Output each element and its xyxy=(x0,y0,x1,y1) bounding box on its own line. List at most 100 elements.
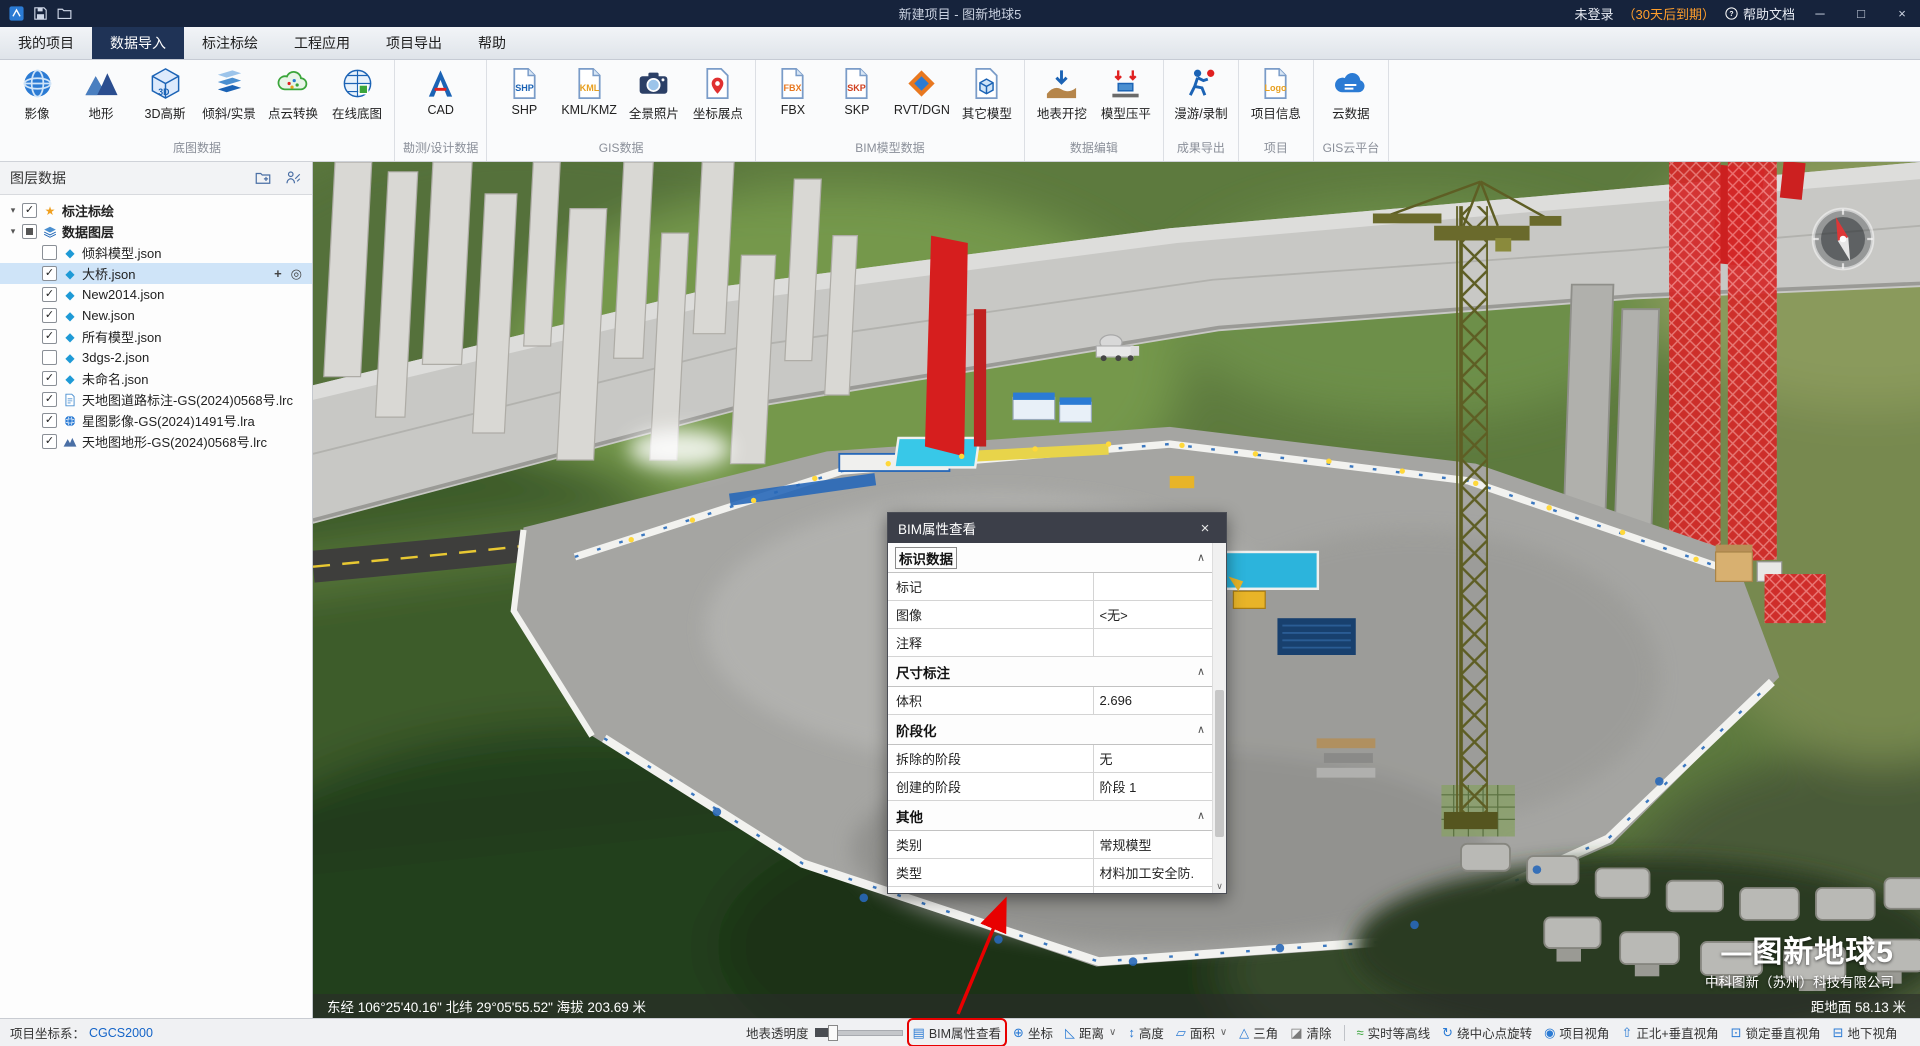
tab-annotate[interactable]: 标注标绘 xyxy=(184,27,276,59)
roam-button[interactable]: 漫游/录制 xyxy=(1170,65,1232,123)
oblique-button[interactable]: 倾斜/实景 xyxy=(198,65,260,123)
maximize-button[interactable]: □ xyxy=(1845,0,1877,27)
new-group-icon[interactable] xyxy=(254,169,272,187)
online-basemap-button[interactable]: 在线底图 xyxy=(326,65,388,123)
property-value[interactable] xyxy=(1094,629,1214,656)
tab-data-import[interactable]: 数据导入 xyxy=(92,27,184,59)
surface-opacity-slider[interactable] xyxy=(815,1025,903,1040)
globe-image-button[interactable]: 影像 xyxy=(6,65,68,123)
layer-checkbox[interactable]: ✓ xyxy=(42,287,57,302)
cloud-data-button[interactable]: 云数据 xyxy=(1320,65,1382,123)
project-view-button[interactable]: ◉项目视角 xyxy=(1542,1022,1611,1043)
layer-item-1[interactable]: ▾数据图层 xyxy=(0,221,312,242)
layer-item-9[interactable]: ✓天地图道路标注-GS(2024)0568号.lrc xyxy=(0,389,312,410)
layer-checkbox[interactable]: ✓ xyxy=(42,392,57,407)
pointcloud-button[interactable]: 点云转换 xyxy=(262,65,324,123)
tab-engineering[interactable]: 工程应用 xyxy=(276,27,368,59)
height-button[interactable]: ↕高度 xyxy=(1126,1022,1166,1043)
layer-item-5[interactable]: ✓◆New.json xyxy=(0,305,312,326)
skp-button[interactable]: SKPSKP xyxy=(826,65,888,118)
login-status[interactable]: 未登录 xyxy=(1575,4,1614,23)
layer-checkbox[interactable]: ✓ xyxy=(42,329,57,344)
minimize-button[interactable]: ─ xyxy=(1804,0,1836,27)
bim-section-header[interactable]: 阶段化∧ xyxy=(888,715,1213,745)
layer-checkbox[interactable]: ✓ xyxy=(42,434,57,449)
scroll-down-icon[interactable]: ∨ xyxy=(1213,881,1226,892)
bim-panel-header[interactable]: BIM属性查看 × xyxy=(888,513,1226,543)
chevron-down-icon[interactable]: ∨ xyxy=(1220,1027,1227,1038)
property-value[interactable]: 材料加工安全防. xyxy=(1094,859,1214,886)
property-value[interactable]: 2.696 xyxy=(1094,687,1214,714)
close-icon[interactable]: × xyxy=(1194,520,1216,537)
flatten-button[interactable]: 模型压平 xyxy=(1095,65,1157,123)
help-doc-button[interactable]: ? 帮助文档 xyxy=(1724,4,1795,23)
layer-item-4[interactable]: ✓◆New2014.json xyxy=(0,284,312,305)
bim-section-header[interactable]: 其他∧ xyxy=(888,801,1213,831)
property-value[interactable]: 无 xyxy=(1094,745,1214,772)
realtime-contour-button[interactable]: ≈实时等高线 xyxy=(1355,1022,1433,1043)
rotate-around-center-button[interactable]: ↻绕中心点旋转 xyxy=(1440,1022,1534,1043)
layer-item-7[interactable]: ◆3dgs-2.json xyxy=(0,347,312,368)
tab-help[interactable]: 帮助 xyxy=(460,27,524,59)
area-button[interactable]: ▱面积∨ xyxy=(1174,1022,1229,1043)
layer-checkbox[interactable]: ✓ xyxy=(42,266,57,281)
bim-section-header[interactable]: 标识数据∧ xyxy=(888,543,1213,573)
collapse-icon[interactable]: ∧ xyxy=(1197,723,1205,736)
layer-checkbox[interactable]: ✓ xyxy=(42,371,57,386)
tab-project-export[interactable]: 项目导出 xyxy=(368,27,460,59)
coordinate-button[interactable]: ⊕坐标 xyxy=(1011,1022,1055,1043)
property-value[interactable]: <无> xyxy=(1094,601,1214,628)
layer-item-3[interactable]: ✓◆大桥.json+◎ xyxy=(0,263,312,284)
compass[interactable] xyxy=(1810,206,1876,272)
excavate-button[interactable]: 地表开挖 xyxy=(1031,65,1093,123)
distance-button[interactable]: ◺距离∨ xyxy=(1063,1022,1118,1043)
cad-button[interactable]: CAD xyxy=(410,65,472,118)
property-value[interactable]: 常规模型 xyxy=(1094,831,1214,858)
layer-item-0[interactable]: ▾✓★标注标绘 xyxy=(0,200,312,221)
gauss3d-button[interactable]: 3D3D高斯 xyxy=(134,65,196,123)
crs-value[interactable]: CGCS2000 xyxy=(89,1026,153,1040)
scrollbar-thumb[interactable] xyxy=(1215,690,1224,837)
bim-attribute-view-button[interactable]: ▤BIM属性查看 xyxy=(911,1022,1004,1043)
tab-my-projects[interactable]: 我的项目 xyxy=(0,27,92,59)
layer-item-2[interactable]: ◆倾斜模型.json xyxy=(0,242,312,263)
layer-checkbox[interactable] xyxy=(42,350,57,365)
layer-item-6[interactable]: ✓◆所有模型.json xyxy=(0,326,312,347)
save-icon[interactable] xyxy=(32,5,49,22)
layer-checkbox[interactable]: ✓ xyxy=(42,413,57,428)
bim-scrollbar[interactable]: ∨ xyxy=(1212,543,1226,893)
property-value[interactable]: 213973 xyxy=(1094,887,1214,893)
lock-vertical-view-button[interactable]: ⊡锁定垂直视角 xyxy=(1729,1022,1823,1043)
layer-checkbox[interactable]: ✓ xyxy=(42,308,57,323)
layer-checkbox[interactable]: ✓ xyxy=(22,203,37,218)
fbx-button[interactable]: FBXFBX xyxy=(762,65,824,118)
expander-icon[interactable]: ▾ xyxy=(6,226,20,237)
bim-section-header[interactable]: 尺寸标注∧ xyxy=(888,657,1213,687)
collapse-icon[interactable]: ∧ xyxy=(1197,809,1205,822)
panorama-button[interactable]: 全景照片 xyxy=(623,65,685,123)
move-icon[interactable]: + xyxy=(274,267,282,280)
coord-point-button[interactable]: 坐标展点 xyxy=(687,65,749,123)
shp-button[interactable]: SHPSHP xyxy=(493,65,555,118)
expander-icon[interactable]: ▾ xyxy=(6,205,20,216)
clear-button[interactable]: ◪清除 xyxy=(1288,1022,1333,1043)
other-model-button[interactable]: 其它模型 xyxy=(956,65,1018,123)
north-vertical-view-button[interactable]: ⇧正北+垂直视角 xyxy=(1619,1022,1720,1043)
property-value[interactable]: 阶段 1 xyxy=(1094,773,1214,800)
layer-item-10[interactable]: ✓星图影像-GS(2024)1491号.lra xyxy=(0,410,312,431)
layer-item-8[interactable]: ✓◆未命名.json xyxy=(0,368,312,389)
collapse-icon[interactable]: ∧ xyxy=(1197,665,1205,678)
close-button[interactable]: × xyxy=(1886,0,1918,27)
project-info-button[interactable]: Logo项目信息 xyxy=(1245,65,1307,123)
locate-target-icon[interactable]: ◎ xyxy=(291,267,302,280)
slider-handle[interactable] xyxy=(828,1025,838,1041)
layer-item-11[interactable]: ✓天地图地形-GS(2024)0568号.lrc xyxy=(0,431,312,452)
layer-checkbox[interactable] xyxy=(22,224,37,239)
layer-checkbox[interactable] xyxy=(42,245,57,260)
kml-button[interactable]: KMLKML/KMZ xyxy=(557,65,621,118)
terrain-button[interactable]: 地形 xyxy=(70,65,132,123)
open-folder-icon[interactable] xyxy=(56,5,73,22)
collapse-icon[interactable]: ∧ xyxy=(1197,551,1205,564)
rvt-button[interactable]: RVT/DGN xyxy=(890,65,954,118)
property-value[interactable] xyxy=(1094,573,1214,600)
